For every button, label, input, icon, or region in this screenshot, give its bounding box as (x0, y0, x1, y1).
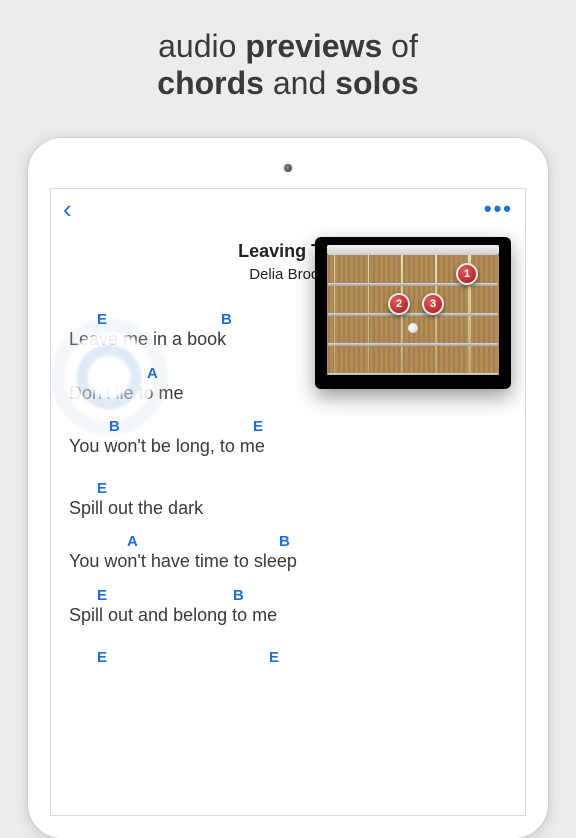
finger-marker: 2 (388, 293, 410, 315)
fret-wire (328, 343, 498, 346)
chord-row: EB (69, 587, 507, 605)
fretboard-inlay (408, 323, 418, 333)
lyric-text: Spill out and belong to me (69, 605, 507, 627)
lyric-line: BEYou won't be long, to me (69, 418, 507, 458)
lyric-text: You won't have time to sleep (69, 551, 507, 573)
chord-e[interactable]: E (97, 480, 107, 497)
tablet-frame: ‹ ••• Leaving Tin Delia Brook EBLeave me… (28, 138, 548, 838)
more-button[interactable]: ••• (484, 198, 513, 220)
chord-b[interactable]: B (233, 587, 244, 604)
chord-b[interactable]: B (279, 533, 290, 550)
chord-e[interactable]: E (97, 311, 107, 328)
app-screen: ‹ ••• Leaving Tin Delia Brook EBLeave me… (50, 188, 526, 816)
lyric-text: Spill out the dark (69, 498, 507, 520)
chord-row: BE (69, 418, 507, 436)
chord-row: E (69, 480, 507, 498)
back-button[interactable]: ‹ (63, 196, 72, 222)
promo-line2-strong2: solos (335, 65, 419, 101)
chord-b[interactable]: B (109, 418, 120, 435)
finger-marker: 3 (422, 293, 444, 315)
fret-wire (328, 373, 498, 375)
lyric-text: You won't be long, to me (69, 436, 507, 458)
chord-b[interactable]: B (221, 311, 232, 328)
finger-marker: 1 (456, 263, 478, 285)
lyric-line: ESpill out the dark (69, 480, 507, 520)
fret-wire (328, 313, 498, 316)
promo-line2-strong1: chords (157, 65, 264, 101)
lyric-line: ABYou won't have time to sleep (69, 533, 507, 573)
chord-e[interactable]: E (269, 649, 279, 666)
promo-line1-post: of (382, 28, 418, 64)
promo-line1-strong: previews (245, 28, 382, 64)
promo-line2-mid: and (264, 65, 335, 101)
tablet-camera (284, 164, 292, 172)
navbar: ‹ ••• (51, 189, 525, 229)
chord-row: EE (69, 649, 507, 667)
promo-line1-pre: audio (158, 28, 245, 64)
chord-e[interactable]: E (253, 418, 263, 435)
fretboard-nut (327, 245, 499, 255)
chord-a[interactable]: A (127, 533, 138, 550)
chord-preview-card[interactable]: 1234123 (315, 237, 511, 389)
stanza: EE (69, 649, 507, 667)
chord-e[interactable]: E (97, 649, 107, 666)
chord-row: AB (69, 533, 507, 551)
chord-e[interactable]: E (97, 587, 107, 604)
lyric-line: EE (69, 649, 507, 667)
lyric-line: EBSpill out and belong to me (69, 587, 507, 627)
fretboard: 1234123 (327, 255, 499, 375)
stanza: ESpill out the darkABYou won't have time… (69, 480, 507, 627)
promo-heading: audio previews of chords and solos (0, 0, 576, 102)
chord-a[interactable]: A (147, 365, 158, 382)
